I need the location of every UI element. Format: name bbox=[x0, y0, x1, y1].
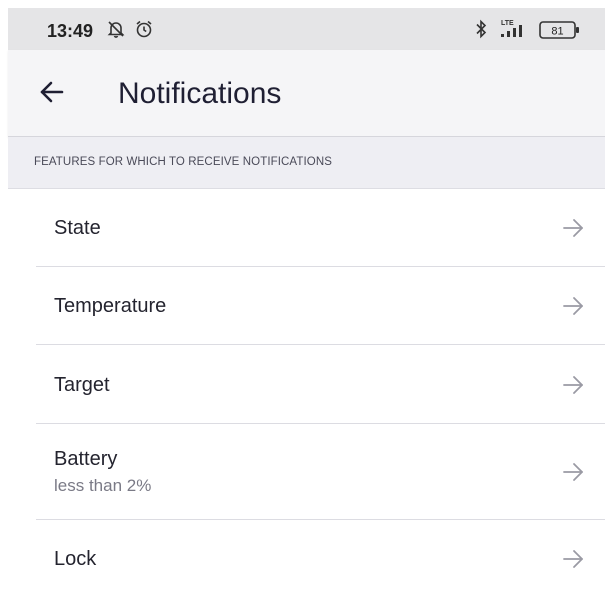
arrow-right-icon bbox=[561, 216, 585, 240]
arrow-left-icon bbox=[38, 78, 66, 111]
list-item-battery[interactable]: Battery less than 2% bbox=[36, 424, 605, 520]
screen: 13:49 LTE 81 Notifications FEATURES FOR … bbox=[8, 8, 605, 591]
list-item-target[interactable]: Target bbox=[36, 345, 605, 424]
page-title: Notifications bbox=[118, 77, 282, 110]
notifications-off-icon bbox=[106, 19, 126, 44]
arrow-right-icon bbox=[561, 373, 585, 397]
lte-signal-icon: LTE bbox=[498, 17, 532, 46]
arrow-right-icon bbox=[561, 460, 585, 484]
list-item-lock[interactable]: Lock bbox=[36, 520, 605, 595]
bluetooth-icon bbox=[474, 19, 488, 44]
list-item-label: Lock bbox=[54, 548, 97, 570]
back-button[interactable] bbox=[32, 74, 72, 114]
battery-level: 81 bbox=[551, 26, 563, 38]
list-item-label: Battery bbox=[54, 448, 118, 470]
arrow-right-icon bbox=[561, 547, 585, 571]
battery-icon: 81 bbox=[539, 21, 581, 44]
list-item-temperature[interactable]: Temperature bbox=[36, 267, 605, 345]
arrow-right-icon bbox=[561, 294, 585, 318]
list-item-label: Target bbox=[54, 374, 110, 396]
network-type-label: LTE bbox=[501, 20, 514, 27]
list-item-state[interactable]: State bbox=[36, 189, 605, 267]
list-item-label: Temperature bbox=[54, 295, 167, 317]
list-item-sublabel: less than 2% bbox=[54, 476, 152, 495]
list-item-label: State bbox=[54, 217, 101, 239]
section-header-label: FEATURES FOR WHICH TO RECEIVE NOTIFICATI… bbox=[34, 156, 332, 168]
status-time: 13:49 bbox=[47, 21, 94, 41]
app-bar: Notifications bbox=[8, 50, 605, 137]
status-bar: 13:49 LTE 81 bbox=[8, 8, 605, 50]
section-header: FEATURES FOR WHICH TO RECEIVE NOTIFICATI… bbox=[8, 137, 605, 189]
notification-feature-list: State Temperature Target Battery less th… bbox=[8, 189, 605, 595]
alarm-icon bbox=[134, 19, 154, 44]
